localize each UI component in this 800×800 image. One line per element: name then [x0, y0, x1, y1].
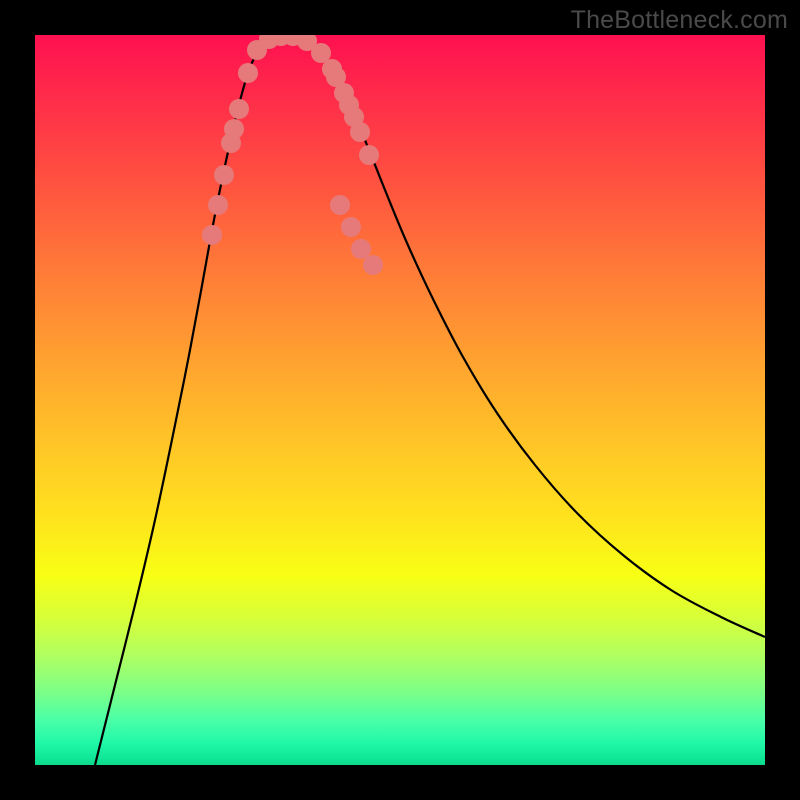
data-point	[330, 195, 350, 215]
data-point	[214, 165, 234, 185]
data-point	[359, 145, 379, 165]
data-point	[363, 255, 383, 275]
watermark-text: TheBottleneck.com	[571, 6, 788, 35]
data-point	[341, 217, 361, 237]
data-point	[350, 122, 370, 142]
data-point	[229, 99, 249, 119]
data-point	[238, 63, 258, 83]
plot-area	[35, 35, 765, 765]
data-point	[202, 225, 222, 245]
curve-markers	[202, 35, 383, 275]
data-point	[351, 239, 371, 259]
bottleneck-curve	[95, 35, 765, 765]
data-point	[224, 119, 244, 139]
data-point	[208, 195, 228, 215]
chart-frame: TheBottleneck.com	[0, 0, 800, 800]
chart-svg	[35, 35, 765, 765]
